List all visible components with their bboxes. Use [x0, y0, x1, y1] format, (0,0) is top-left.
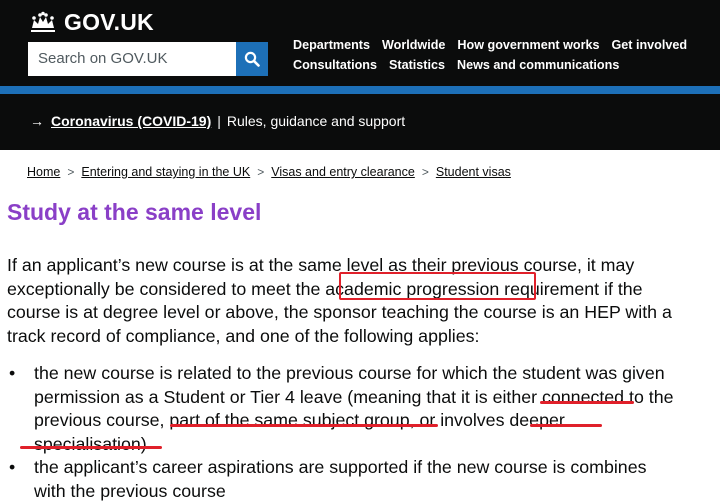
- list-item-line: specialisation): [34, 433, 147, 454]
- covid-banner: → Coronavirus (COVID-19) | Rules, guidan…: [0, 94, 720, 150]
- chevron-right-icon: >: [421, 165, 429, 179]
- nav-link-consultations[interactable]: Consultations: [293, 58, 377, 78]
- underline-specialisation: [20, 446, 162, 449]
- nav-row-1: Departments Worldwide How government wor…: [293, 38, 713, 58]
- breadcrumb: Home > Entering and staying in the UK > …: [27, 165, 511, 179]
- arrow-right-icon: →: [30, 113, 44, 129]
- paragraph-line: course is at degree level or above, the …: [7, 302, 672, 322]
- page-title: Study at the same level: [7, 199, 262, 225]
- nav-link-how-government-works[interactable]: How government works: [457, 38, 599, 58]
- list-item-line: with the previous course: [34, 480, 226, 501]
- covid-link[interactable]: Coronavirus (COVID-19): [51, 113, 211, 129]
- underline-connected: [540, 401, 634, 404]
- list-item-line: the new course is related to the previou…: [34, 363, 665, 383]
- search-button[interactable]: [236, 42, 268, 76]
- highlight-box-academic-progression: [339, 272, 536, 300]
- header-accent-bar: [0, 86, 720, 94]
- search-input[interactable]: Search on GOV.UK: [28, 42, 236, 76]
- list-item-line: previous course, part of the same subjec…: [34, 410, 565, 430]
- bullet-dot: •: [9, 457, 16, 477]
- breadcrumb-visas-and-entry-clearance[interactable]: Visas and entry clearance: [271, 165, 415, 179]
- list-item-line: permission as a Student or Tier 4 leave …: [34, 386, 674, 407]
- crown-icon: [31, 11, 55, 32]
- underline-same-subject-group: [170, 424, 438, 427]
- nav-link-statistics[interactable]: Statistics: [389, 58, 445, 78]
- search-icon: [244, 51, 260, 67]
- nav-link-get-involved[interactable]: Get involved: [611, 38, 687, 58]
- site-header: GOV.UK Search on GOV.UK Departments Worl…: [0, 0, 720, 86]
- logo-text: GOV.UK: [64, 8, 154, 35]
- nav-link-departments[interactable]: Departments: [293, 38, 370, 58]
- header-nav: Departments Worldwide How government wor…: [293, 38, 713, 78]
- breadcrumb-home[interactable]: Home: [27, 165, 60, 179]
- conditions-list: • the new course is related to the previ…: [7, 362, 719, 502]
- intro-paragraph: If an applicant’s new course is at the s…: [7, 254, 719, 348]
- nav-link-worldwide[interactable]: Worldwide: [382, 38, 445, 58]
- list-item-line: the applicant’s career aspirations are s…: [34, 457, 647, 477]
- list-item: • the new course is related to the previ…: [7, 362, 719, 456]
- chevron-right-icon: >: [67, 165, 75, 179]
- covid-separator: |: [217, 113, 221, 129]
- chevron-right-icon: >: [257, 165, 265, 179]
- breadcrumb-student-visas[interactable]: Student visas: [436, 165, 511, 179]
- govuk-logo[interactable]: GOV.UK: [28, 9, 154, 35]
- list-item: • the applicant’s career aspirations are…: [7, 456, 719, 502]
- paragraph-line: track record of compliance, and one of t…: [7, 325, 480, 346]
- breadcrumb-entering-and-staying[interactable]: Entering and staying in the UK: [81, 165, 250, 179]
- covid-banner-text: Rules, guidance and support: [226, 113, 406, 129]
- underline-deeper: [530, 424, 602, 427]
- search-form: Search on GOV.UK: [28, 42, 268, 76]
- bullet-dot: •: [9, 363, 16, 383]
- nav-link-news-and-communications[interactable]: News and communications: [457, 58, 619, 78]
- nav-row-2: Consultations Statistics News and commun…: [293, 58, 713, 78]
